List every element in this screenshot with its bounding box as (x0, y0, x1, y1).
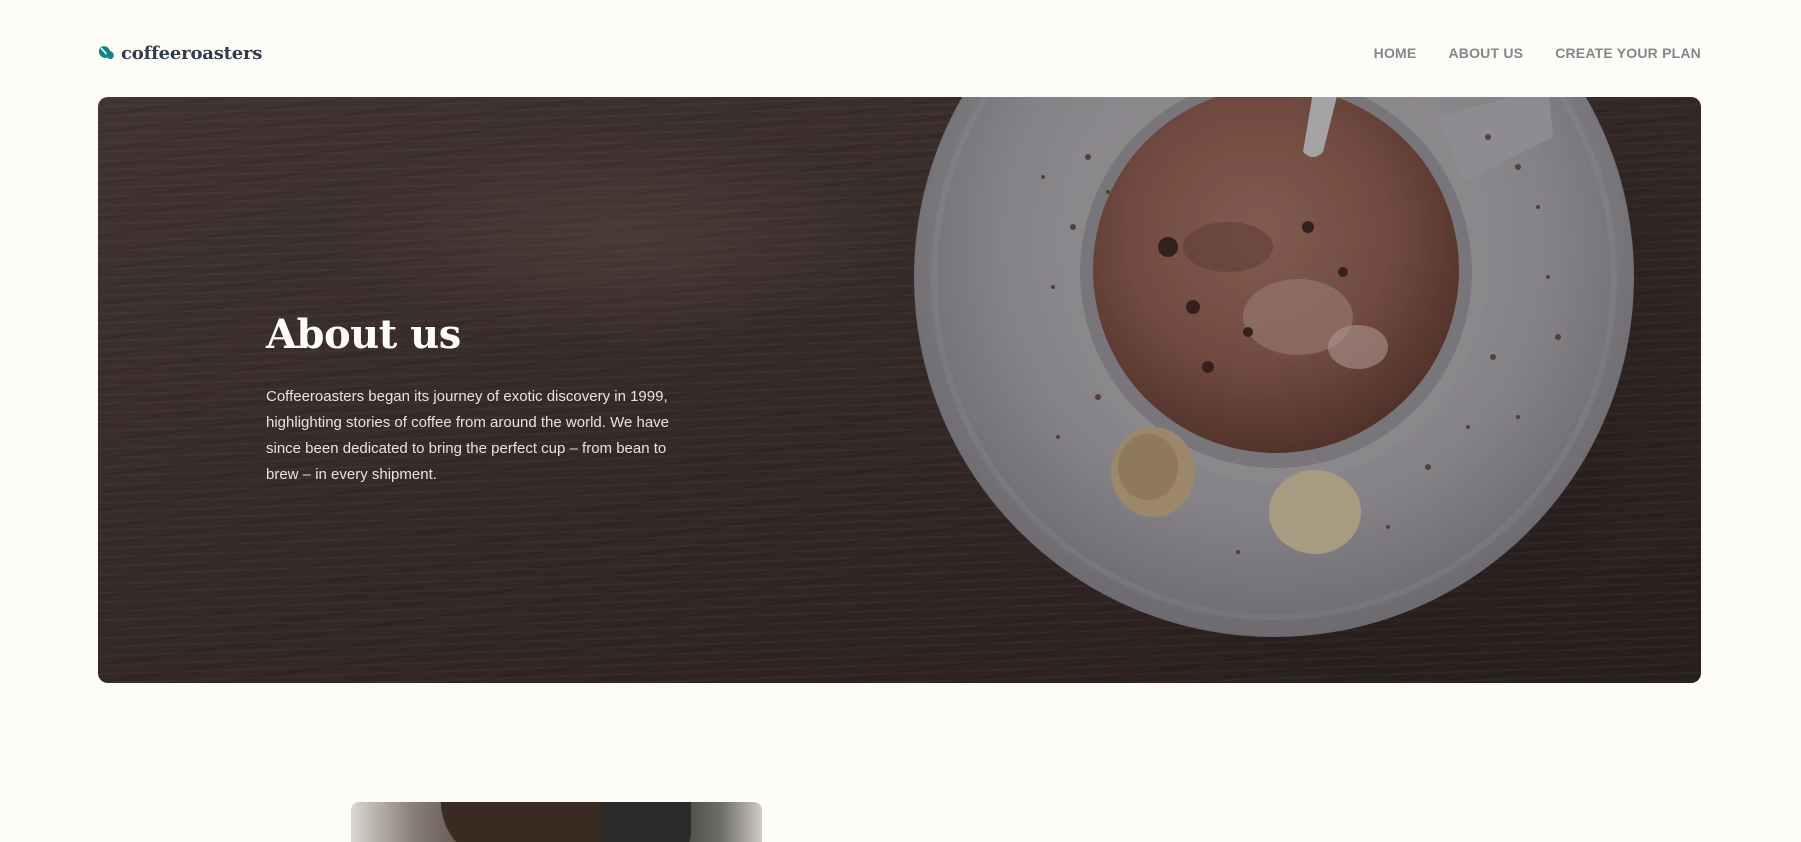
nav-about-us-link[interactable]: ABOUT US (1448, 45, 1523, 61)
page: coffeeroasters HOME ABOUT US CREATE YOUR… (0, 0, 1801, 842)
logo-text: coffeeroasters (121, 42, 263, 64)
story-image (351, 802, 762, 842)
coffee-bean-icon (98, 45, 115, 61)
about-hero: About us Coffeeroasters began its journe… (98, 97, 1701, 683)
person-face (441, 802, 621, 842)
page-title: About us (266, 311, 461, 358)
hat (601, 802, 691, 842)
nav-create-your-plan-link[interactable]: CREATE YOUR PLAN (1555, 45, 1701, 61)
nav-home-link[interactable]: HOME (1374, 45, 1417, 61)
main-nav: HOME ABOUT US CREATE YOUR PLAN (1374, 45, 1701, 61)
site-header: coffeeroasters HOME ABOUT US CREATE YOUR… (98, 38, 1701, 68)
logo[interactable]: coffeeroasters (98, 43, 262, 64)
hero-description: Coffeeroasters began its journey of exot… (266, 388, 670, 483)
